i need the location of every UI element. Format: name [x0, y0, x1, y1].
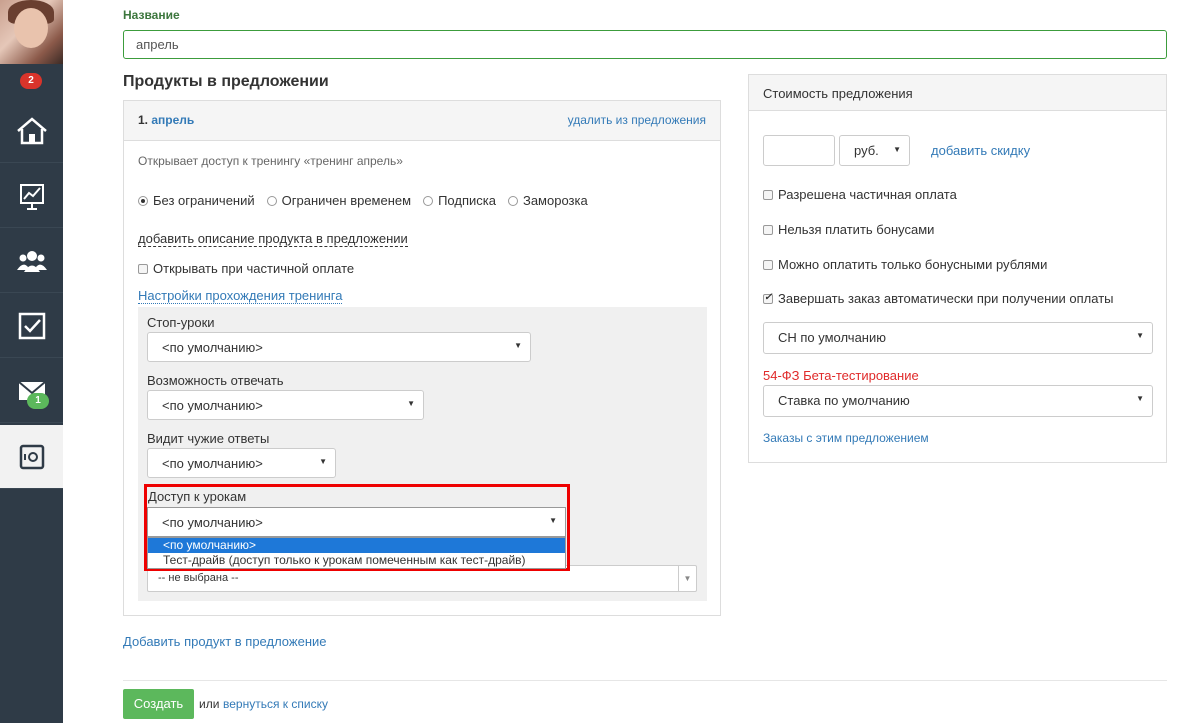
product-index: 1. [138, 113, 149, 127]
radio-label: Заморозка [522, 193, 588, 208]
sidebar-item-home[interactable] [0, 99, 63, 163]
select-value: СН по умолчанию [778, 330, 886, 345]
caret-down-icon: ▼ [549, 516, 557, 525]
currency-select[interactable]: руб. ▼ [839, 135, 910, 166]
sidebar: 2 1 [0, 0, 63, 723]
remove-product-link[interactable]: удалить из предложения [568, 113, 706, 127]
training-settings-link[interactable]: Настройки прохождения тренинга [138, 288, 343, 304]
select-value: <по умолчанию> [162, 456, 263, 471]
radio-freeze[interactable]: Заморозка [507, 193, 588, 208]
sees-others-label: Видит чужие ответы [147, 431, 270, 446]
stop-lessons-select[interactable]: <по умолчанию> ▼ [147, 332, 531, 362]
rate-select[interactable]: Ставка по умолчанию ▼ [763, 385, 1153, 417]
sn-select[interactable]: СН по умолчанию ▼ [763, 322, 1153, 354]
checkbox-label: Открывать при частичной оплате [153, 261, 355, 276]
no-bonus-checkbox[interactable]: Нельзя платить бонусами [763, 222, 934, 237]
select-value: <по умолчанию> [162, 515, 263, 530]
checkbox-box[interactable] [763, 224, 773, 235]
notifications-badge[interactable]: 2 [20, 73, 42, 89]
checkbox-box[interactable] [763, 189, 773, 200]
checkbox-label: Нельзя платить бонусами [778, 222, 935, 237]
caret-down-icon: ▼ [514, 341, 522, 350]
product-header: 1. апрель удалить из предложения [124, 101, 720, 141]
training-settings-text[interactable]: Настройки прохождения тренинга [138, 288, 343, 304]
checkbox-label: Завершать заказ автоматически при получе… [778, 291, 1114, 306]
radio-dot[interactable] [266, 195, 277, 206]
caret-down-icon: ▼ [319, 457, 327, 466]
caret-down-icon: ▼ [1136, 331, 1144, 340]
add-description-link[interactable]: добавить описание продукта в предложении [138, 231, 408, 247]
select-value: Ставка по умолчанию [778, 393, 910, 408]
checkbox-icon [18, 312, 45, 339]
avatar-face [14, 8, 48, 48]
radio-label: Ограничен временем [281, 193, 412, 208]
caret-down-icon: ▼ [893, 145, 901, 154]
cost-panel: Стоимость предложения руб. ▼ добавить ски… [748, 74, 1167, 463]
radio-label: Подписка [438, 193, 496, 208]
product-number: 1. апрель [138, 113, 194, 127]
caret-down-icon: ▼ [407, 399, 415, 408]
sidebar-item-users[interactable] [0, 229, 63, 293]
stop-lessons-label: Стоп-уроки [147, 315, 215, 330]
fz-label: 54-ФЗ Бета-тестирование [763, 368, 919, 383]
select-value: -- не выбрана -- [158, 572, 239, 584]
partial-open-checkbox[interactable]: Открывать при частичной оплате [138, 261, 354, 276]
price-input[interactable] [763, 135, 835, 166]
or-text: или [199, 697, 220, 711]
safe-icon [19, 444, 44, 469]
checkbox-label: Можно оплатить только бонусными рублями [778, 257, 1048, 272]
checkbox-box[interactable] [763, 292, 773, 304]
create-button[interactable]: Создать [123, 689, 194, 719]
radio-subscription[interactable]: Подписка [423, 193, 496, 208]
select-value: руб. [854, 143, 879, 158]
caret-down-icon: ▼ [678, 566, 696, 591]
sidebar-item-tasks[interactable] [0, 294, 63, 358]
partial-payment-checkbox[interactable]: Разрешена частичная оплата [763, 187, 957, 202]
dropdown-option-default[interactable]: <по умолчанию> [148, 538, 565, 553]
radio-dot[interactable] [423, 195, 434, 206]
name-label: Название [123, 8, 180, 22]
mail-badge: 1 [27, 393, 49, 409]
users-icon [16, 250, 47, 272]
checkbox-box[interactable] [763, 259, 773, 270]
can-answer-select[interactable]: <по умолчанию> ▼ [147, 390, 424, 420]
access-description: Открывает доступ к тренингу «тренинг апр… [138, 154, 403, 168]
sidebar-item-mail[interactable]: 1 [0, 359, 63, 423]
avatar[interactable] [0, 0, 63, 64]
only-bonus-checkbox[interactable]: Можно оплатить только бонусными рублями [763, 257, 1047, 272]
chart-icon [19, 183, 44, 210]
access-type-radios: Без ограничений Ограничен временем Подпи… [138, 193, 588, 208]
select-value: <по умолчанию> [162, 398, 263, 413]
can-answer-label: Возможность отвечать [147, 373, 284, 388]
radio-dot[interactable] [138, 195, 148, 206]
cost-panel-title: Стоимость предложения [749, 75, 1166, 111]
name-input[interactable] [123, 30, 1167, 59]
radio-dot[interactable] [507, 195, 518, 206]
lesson-access-dropdown: <по умолчанию> Тест-драйв (доступ только… [147, 537, 566, 569]
lesson-access-select[interactable]: <по умолчанию> ▼ [147, 507, 566, 537]
sidebar-item-stats[interactable] [0, 164, 63, 228]
radio-unlimited[interactable]: Без ограничений [138, 193, 255, 208]
back-to-list-link[interactable]: вернуться к списку [223, 697, 328, 711]
home-icon [16, 116, 47, 144]
radio-label: Без ограничений [153, 193, 255, 208]
products-section-title: Продукты в предложении [123, 73, 329, 90]
auto-complete-checkbox[interactable]: Завершать заказ автоматически при получе… [763, 291, 1114, 306]
lesson-access-label: Доступ к урокам [148, 489, 247, 504]
checkbox-box[interactable] [138, 263, 148, 274]
sees-others-select[interactable]: <по умолчанию> ▼ [147, 448, 336, 478]
sidebar-item-sales[interactable] [0, 425, 63, 489]
add-discount-link[interactable]: добавить скидку [931, 143, 1030, 158]
footer-divider [123, 680, 1167, 681]
product-name-link[interactable]: апрель [151, 113, 194, 127]
checkbox-label: Разрешена частичная оплата [778, 187, 957, 202]
dropdown-option-test-drive[interactable]: Тест-драйв (доступ только к урокам помеч… [148, 553, 565, 568]
caret-down-icon: ▼ [1136, 394, 1144, 403]
radio-time-limited[interactable]: Ограничен временем [266, 193, 412, 208]
select-value: <по умолчанию> [162, 340, 263, 355]
add-product-link[interactable]: Добавить продукт в предложение [123, 634, 327, 649]
orders-link[interactable]: Заказы с этим предложением [763, 431, 929, 445]
